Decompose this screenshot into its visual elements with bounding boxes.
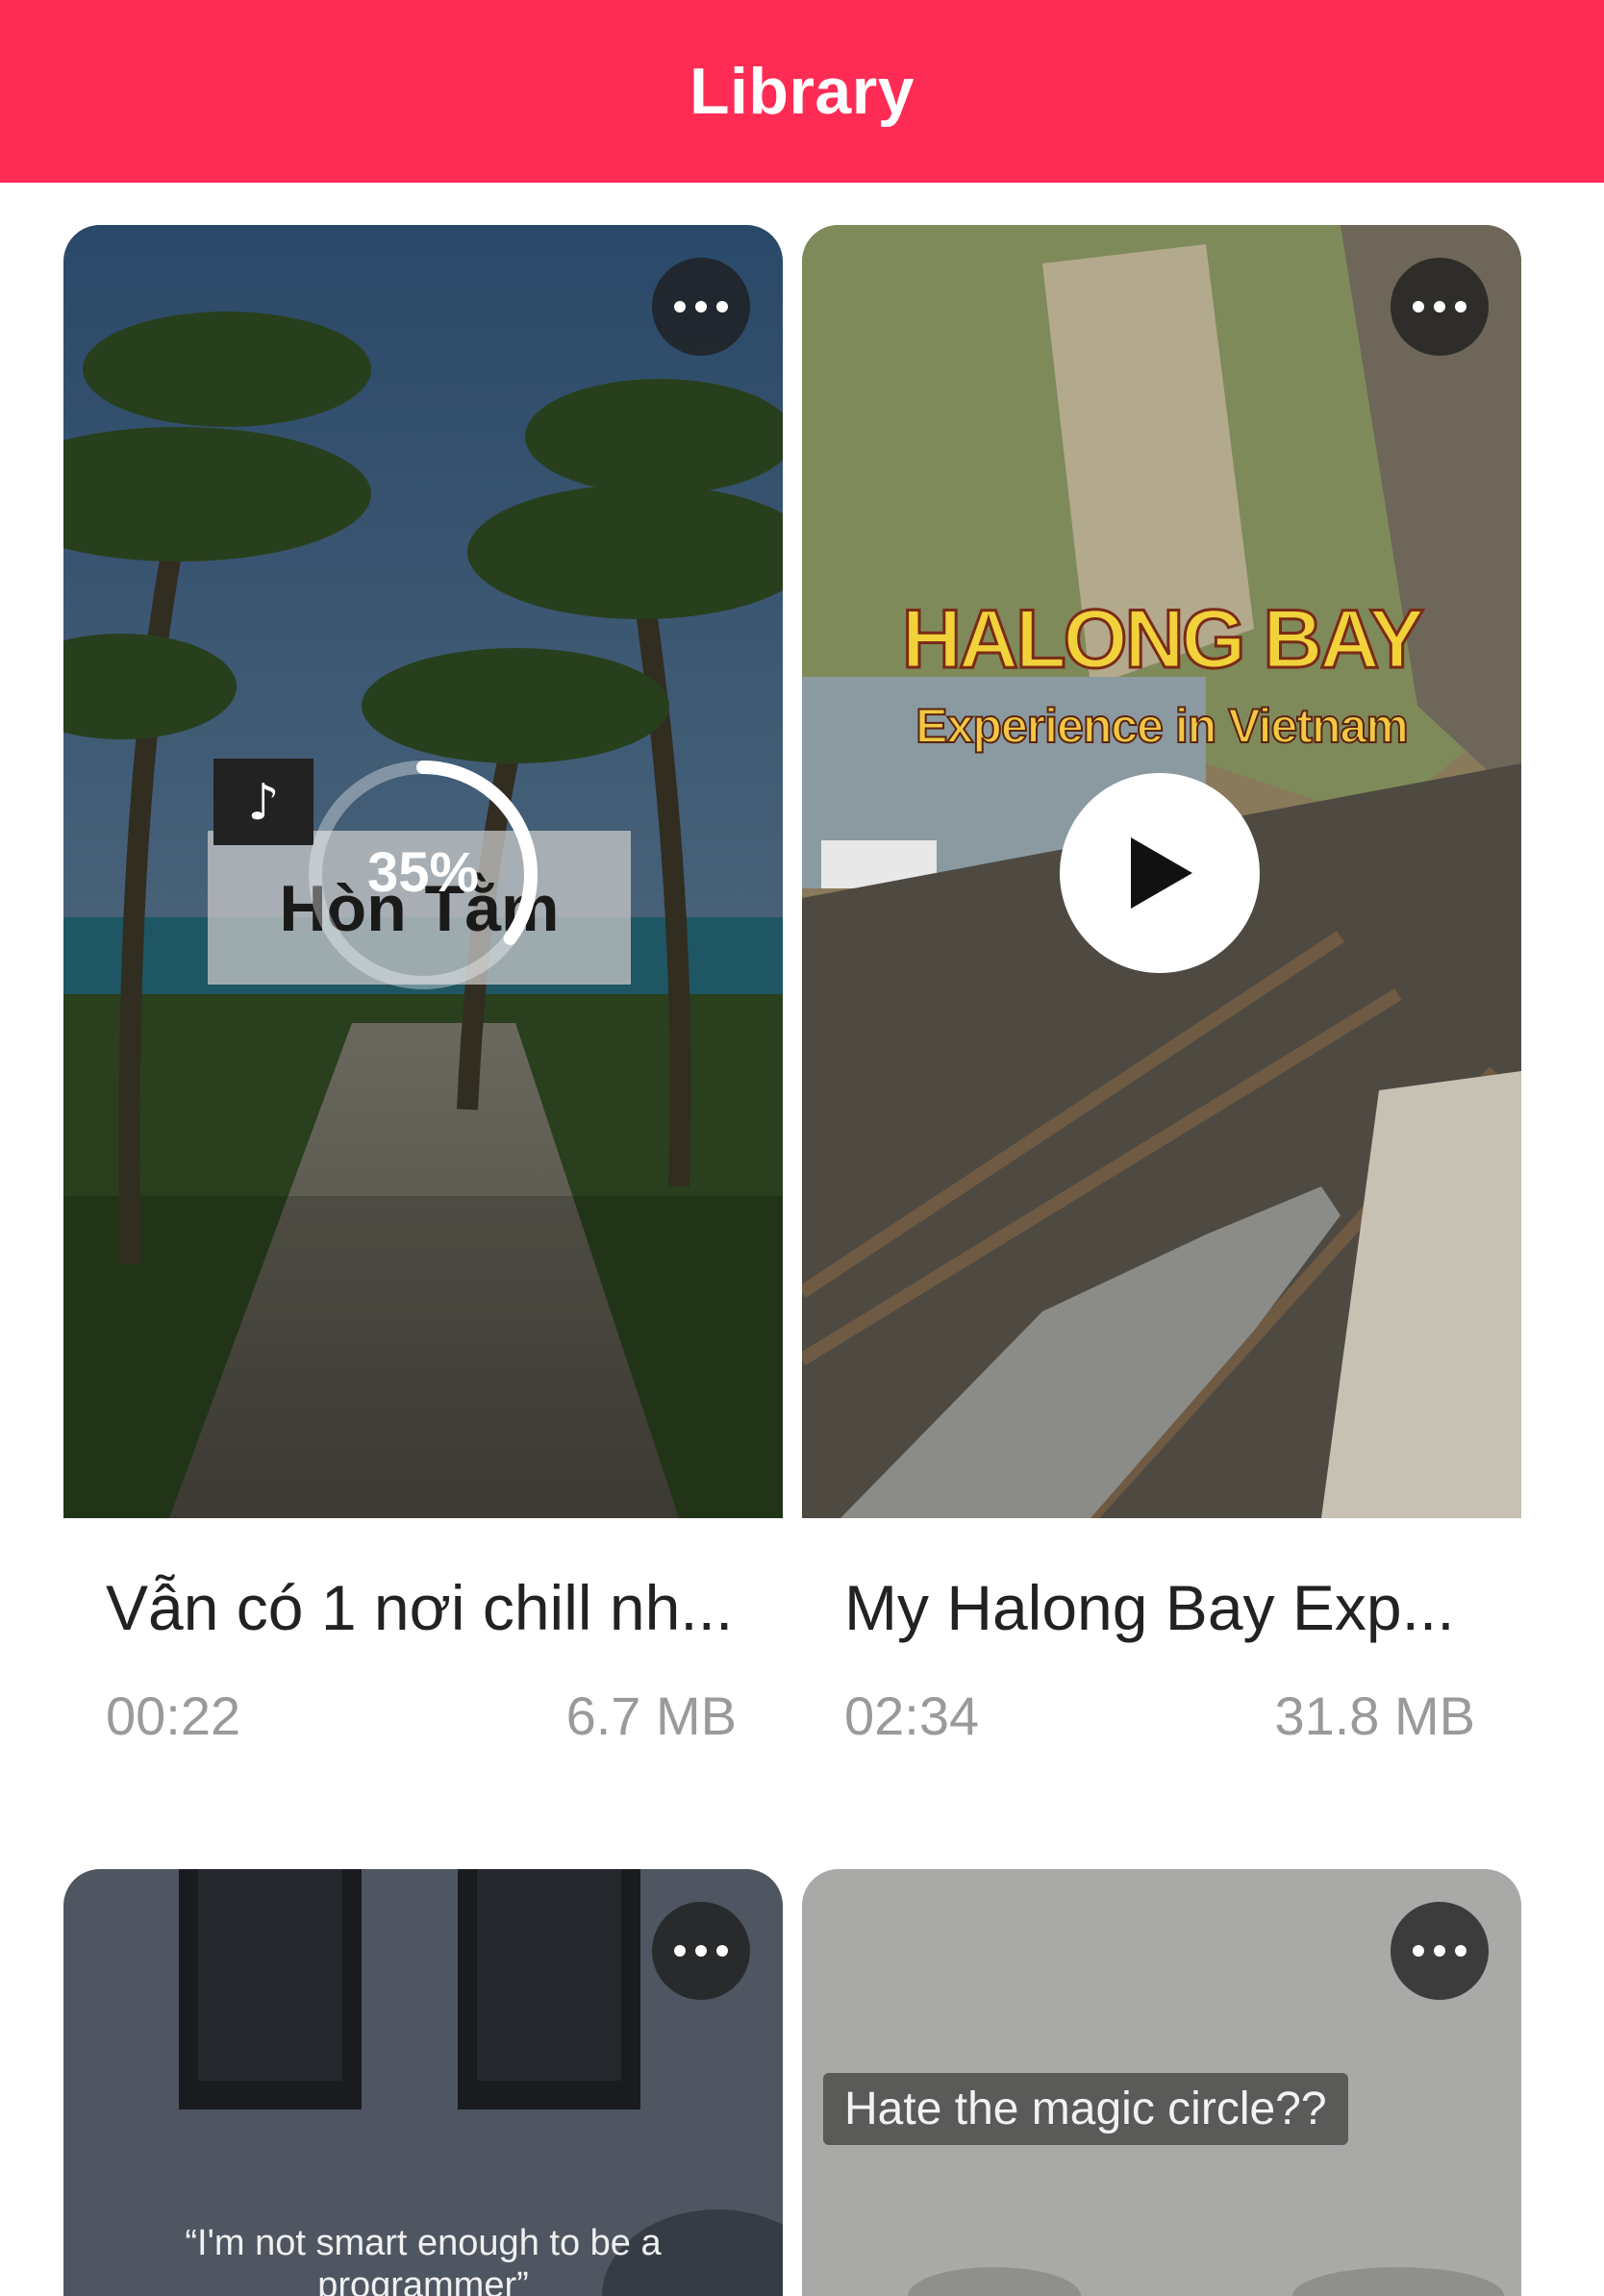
video-size: 6.7 MB xyxy=(565,1685,737,1746)
video-thumbnail[interactable]: “I'm not smart enough to be a programmer… xyxy=(63,1869,783,2296)
more-dot xyxy=(695,301,707,312)
video-title: Vẫn có 1 nơi chill nh... xyxy=(106,1572,734,1643)
play-button[interactable] xyxy=(1060,773,1260,973)
video-caption-line: programmer” xyxy=(317,2265,529,2296)
download-progress-label: 35% xyxy=(366,841,480,904)
more-options-button[interactable] xyxy=(1391,1902,1489,2000)
video-duration: 00:22 xyxy=(106,1685,241,1746)
svg-text:♪: ♪ xyxy=(247,774,279,832)
overlay-subtitle-text: Experience in Vietnam xyxy=(915,699,1408,753)
more-horizontal-icon xyxy=(674,1945,686,1957)
more-options-button[interactable] xyxy=(652,1902,750,2000)
video-title: My Halong Bay Exp... xyxy=(844,1572,1455,1643)
video-card[interactable]: ♪ Hòn Tằm 35% Vẫn có 1 nơi chill nh... 0… xyxy=(63,225,783,1802)
video-caption: Hate the magic circle?? xyxy=(823,2073,1348,2145)
video-duration: 02:34 xyxy=(844,1685,980,1746)
more-dot xyxy=(716,1945,728,1957)
more-dot xyxy=(1455,301,1466,312)
video-caption-line: “I'm not smart enough to be a xyxy=(185,2223,662,2263)
more-horizontal-icon xyxy=(674,301,686,312)
more-horizontal-icon xyxy=(1413,301,1424,312)
video-thumbnail[interactable]: Hate the magic circle?? xyxy=(802,1869,1521,2296)
video-thumbnail[interactable]: HALONG BAY Experience in Vietnam xyxy=(802,225,1521,1518)
video-card[interactable]: Hate the magic circle?? xyxy=(802,1869,1521,2296)
more-dot xyxy=(1455,1945,1466,1957)
play-icon xyxy=(1131,837,1192,909)
video-thumbnail[interactable]: ♪ Hòn Tằm 35% xyxy=(63,225,783,1518)
video-card[interactable]: “I'm not smart enough to be a programmer… xyxy=(63,1869,783,2296)
overlay-title-text: HALONG BAY xyxy=(902,593,1423,686)
more-dot xyxy=(695,1945,707,1957)
more-dot xyxy=(716,301,728,312)
more-options-button[interactable] xyxy=(652,258,750,356)
more-dot xyxy=(1434,1945,1445,1957)
video-card[interactable]: HALONG BAY Experience in Vietnam My Halo… xyxy=(802,225,1521,1802)
more-options-button[interactable] xyxy=(1391,258,1489,356)
page-title: Library xyxy=(689,55,915,128)
more-horizontal-icon xyxy=(1413,1945,1424,1957)
video-size: 31.8 MB xyxy=(1274,1685,1475,1746)
more-dot xyxy=(1434,301,1445,312)
app-header: Library xyxy=(0,0,1604,183)
